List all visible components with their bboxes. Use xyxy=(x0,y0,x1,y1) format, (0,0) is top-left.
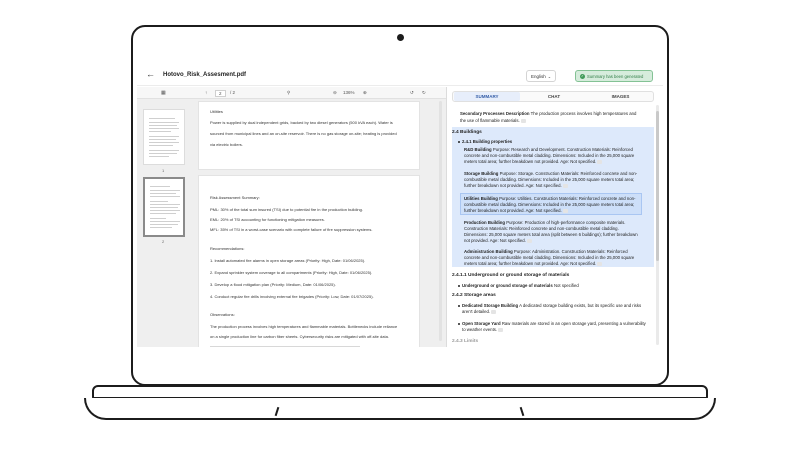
page1-line: sourced from municipal lines and an on-s… xyxy=(210,131,397,136)
summary-line: PML: 30% of the total sum insured (TSI) … xyxy=(210,207,363,212)
pdf-toolbar: ▦ ↑ 2 / 2 ⚲ ⊖ 136% ⊕ ↺ ↻ xyxy=(137,87,446,99)
page1-line: Power is supplied by dual independent gr… xyxy=(210,120,393,125)
building-item-line: not provided. Age: Not specified. xyxy=(464,238,532,243)
page-thumbnail-2[interactable] xyxy=(143,177,185,237)
zoom-level[interactable]: 136% xyxy=(343,90,355,95)
tab-summary[interactable]: SUMMARY xyxy=(454,92,520,101)
toast-message: Summary has been generated xyxy=(587,74,644,79)
observation-line: on a single production line for carbon f… xyxy=(210,334,389,339)
page-thumbnail-1[interactable] xyxy=(143,109,185,165)
file-title: Hotovo_Risk_Assesment.pdf xyxy=(163,72,247,78)
source-badge[interactable] xyxy=(491,309,497,314)
page-total: / 2 xyxy=(230,90,236,95)
panel-tabs: SUMMARY CHAT IMAGES xyxy=(452,91,654,102)
underground-item: Underground or ground storage of materia… xyxy=(458,283,579,288)
source-badge[interactable] xyxy=(562,208,568,213)
building-item-line: meters total area; further breakdown not… xyxy=(464,261,603,266)
summary-generated-toast: ✓ Summary has been generated xyxy=(575,70,653,82)
page-number-input[interactable]: 2 xyxy=(215,90,226,97)
storage-item: Dedicated Storage Building A dedicated s… xyxy=(458,303,641,308)
section-heading: 2.4.2 Storage areas xyxy=(452,293,496,298)
observations-heading: Observations: xyxy=(210,312,235,317)
source-badge[interactable] xyxy=(597,159,603,164)
tab-chat[interactable]: CHAT xyxy=(521,92,587,101)
storage-item: Open Storage Yard Raw materials are stor… xyxy=(458,321,646,326)
building-item-line: Construction Materials: Reinforced concr… xyxy=(464,226,619,231)
building-item-line: Dimensions: 25,000 square meters total a… xyxy=(464,232,638,237)
thumbnail-number: 2 xyxy=(162,239,165,244)
check-icon: ✓ xyxy=(580,74,585,79)
laptop-mockup: ← Hotovo_Risk_Assesment.pdf English ⌄ ✓ Su… xyxy=(0,0,800,450)
recommendation-item: 3. Develop a flood mitigation plan (Prio… xyxy=(210,282,336,287)
section-heading: 2.4.1.1 Underground or ground storage of… xyxy=(452,273,570,278)
summary-line: EML: 20% of TSI accounting for functioni… xyxy=(210,217,325,222)
language-value: English xyxy=(531,74,546,79)
building-item-line: further breakdown not provided. Age: Not… xyxy=(464,183,568,188)
storage-item-line: aren't detailed. xyxy=(462,309,497,314)
summary-heading: Risk Assessment Summary: xyxy=(210,195,260,200)
building-item-line: further breakdown not provided. Age: Not… xyxy=(464,208,568,213)
summary-line: MFL: 35% of TSI in a worst-case scenario… xyxy=(210,227,373,232)
secondary-process-item: Secondary Processes Description The prod… xyxy=(460,111,636,116)
pdf-page-2: Risk Assessment Summary: PML: 30% of the… xyxy=(198,175,420,347)
recommendation-item: 4. Conduct regular fire drills involving… xyxy=(210,294,374,299)
building-item: Production Building Purpose: Production … xyxy=(464,220,626,225)
storage-item-line: to weather events. xyxy=(462,327,504,332)
prev-page-icon[interactable]: ↑ xyxy=(205,90,207,95)
building-item-line: meters total area; further breakdown not… xyxy=(464,159,603,164)
section-heading: 2.4 Buildings xyxy=(452,130,482,135)
source-badge[interactable] xyxy=(562,183,568,188)
secondary-process-label: Secondary Processes Description xyxy=(460,111,530,116)
tab-images[interactable]: IMAGES xyxy=(588,92,653,101)
app-screen: ← Hotovo_Risk_Assesment.pdf English ⌄ ✓ Su… xyxy=(137,64,663,347)
secondary-process-text: The production process involves high tem… xyxy=(530,111,637,116)
app-header: ← Hotovo_Risk_Assesment.pdf English ⌄ ✓ Su… xyxy=(137,64,663,86)
building-item: Utilities Building Purpose: Utilities. C… xyxy=(464,196,636,201)
scrollbar-thumb[interactable] xyxy=(656,111,659,261)
recommendation-item: 1. Install automated fire alarms in open… xyxy=(210,258,366,263)
summary-panel: SUMMARY CHAT IMAGES Secondary Processes … xyxy=(448,87,663,347)
source-badge[interactable] xyxy=(526,238,532,243)
building-item-line: concrete and non-combustible metal cladd… xyxy=(464,255,635,260)
rotate-right-icon[interactable]: ↻ xyxy=(422,90,426,96)
laptop-base xyxy=(84,398,716,420)
chevron-down-icon: ⌄ xyxy=(547,74,552,79)
recommendation-item: 2. Expand sprinkler system coverage to a… xyxy=(210,270,373,275)
language-select[interactable]: English ⌄ xyxy=(526,70,556,82)
building-item-line: combustible metal cladding. Dimensions: … xyxy=(464,202,635,207)
building-item: R&D Building Purpose: Research and Devel… xyxy=(464,147,633,152)
laptop-hinge xyxy=(92,385,708,399)
subsection-heading: 2.4.1 Building properties xyxy=(458,139,512,144)
thumbnails-toggle-icon[interactable]: ▦ xyxy=(161,90,166,96)
source-badge[interactable] xyxy=(520,118,526,123)
building-item-line: concrete and non-combustible metal cladd… xyxy=(464,153,635,158)
search-icon[interactable]: ⚲ xyxy=(287,90,290,96)
zoom-in-icon[interactable]: ⊕ xyxy=(363,90,367,96)
secondary-process-text-cont: the use of flammable materials. xyxy=(460,118,526,123)
summary-scrollbar[interactable] xyxy=(656,105,659,345)
pdf-scrollbar[interactable] xyxy=(439,101,442,341)
source-badge[interactable] xyxy=(597,261,603,266)
building-item: Administration Building Purpose: Adminis… xyxy=(464,249,628,254)
rotate-left-icon[interactable]: ↺ xyxy=(410,90,414,96)
pdf-page-1: Utilities Power is supplied by dual inde… xyxy=(198,101,420,170)
observation-line: The production process involves high tem… xyxy=(210,324,398,329)
building-item-line: combustible metal cladding. Dimensions: … xyxy=(464,177,635,182)
building-item: Storage Building Purpose: Storage. Const… xyxy=(464,171,638,176)
pdf-viewer: ▦ ↑ 2 / 2 ⚲ ⊖ 136% ⊕ ↺ ↻ 1 2 Utilities P… xyxy=(137,87,447,347)
page1-line: via electric boilers. xyxy=(210,142,243,147)
blurred-text-line xyxy=(210,346,360,347)
page1-heading: Utilities xyxy=(210,109,223,114)
section-heading: 2.4.3 Limits xyxy=(452,339,479,344)
recommendations-heading: Recommendations: xyxy=(210,246,245,251)
camera-icon xyxy=(397,34,404,41)
zoom-out-icon[interactable]: ⊖ xyxy=(333,90,337,96)
thumbnail-number: 1 xyxy=(162,168,165,173)
back-arrow-icon[interactable]: ← xyxy=(146,70,155,79)
source-badge[interactable] xyxy=(498,327,504,332)
